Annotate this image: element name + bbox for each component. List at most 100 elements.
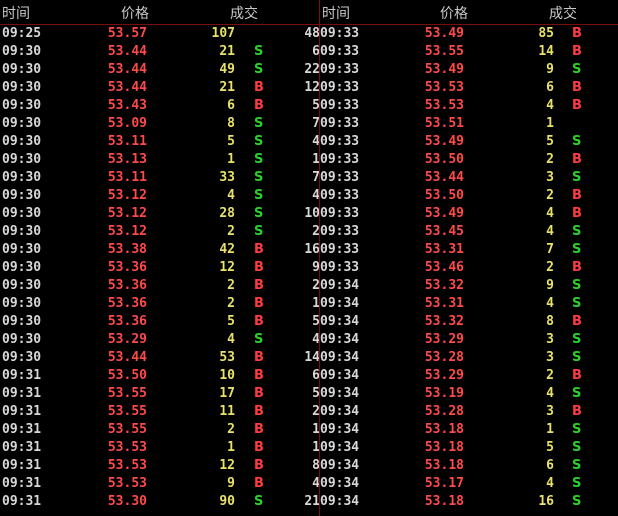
trade-row[interactable]: 09:30 53.44 21 B 12 <box>0 79 320 97</box>
trade-price: 53.30 <box>107 494 147 509</box>
trade-row[interactable]: 09:34 53.29 2 B <box>320 367 618 385</box>
trade-side-flag: B <box>254 296 264 311</box>
trade-row[interactable]: 09:31 53.30 90 S 21 <box>0 493 320 511</box>
trade-row[interactable]: 09:34 53.18 6 S <box>320 457 618 475</box>
trade-time: 09:31 <box>2 422 42 437</box>
trade-volume: 12 <box>219 458 235 473</box>
trade-row[interactable]: 09:33 53.31 7 S <box>320 241 618 259</box>
trade-row[interactable]: 09:33 53.46 2 B <box>320 259 618 277</box>
trade-time: 09:25 <box>2 26 42 41</box>
trade-volume: 3 <box>546 350 554 365</box>
trade-row[interactable]: 09:31 53.53 1 B 1 <box>0 439 320 457</box>
trade-volume: 4 <box>546 296 554 311</box>
trade-row[interactable]: 09:30 53.38 42 B 16 <box>0 241 320 259</box>
trade-side-flag: B <box>254 314 264 329</box>
trade-time: 09:33 <box>320 98 360 113</box>
trade-row[interactable]: 09:33 53.45 4 S <box>320 223 618 241</box>
trade-row[interactable]: 09:33 53.50 2 B <box>320 187 618 205</box>
trade-side-flag: B <box>572 80 582 95</box>
trade-row[interactable]: 09:31 53.53 9 B 4 <box>0 475 320 493</box>
trade-row[interactable]: 09:34 53.19 4 S <box>320 385 618 403</box>
trade-row[interactable]: 09:34 53.32 9 S <box>320 277 618 295</box>
trade-row[interactable]: 09:30 53.36 5 B 5 <box>0 313 320 331</box>
trade-row[interactable]: 09:30 53.36 2 B 2 <box>0 277 320 295</box>
trade-price: 53.49 <box>424 62 464 77</box>
trade-side-flag: B <box>572 260 582 275</box>
trade-price: 53.18 <box>424 440 464 455</box>
trade-row[interactable]: 09:34 53.32 8 B <box>320 313 618 331</box>
trade-row[interactable]: 09:30 53.09 8 S 7 <box>0 115 320 133</box>
trade-row[interactable]: 09:34 53.18 16 S <box>320 493 618 511</box>
trade-row[interactable]: 09:34 53.29 3 S <box>320 331 618 349</box>
trade-time: 09:34 <box>320 278 360 293</box>
trade-volume: 1 <box>227 152 235 167</box>
trade-side-flag: S <box>254 224 264 239</box>
trade-volume: 12 <box>219 260 235 275</box>
trade-row[interactable]: 09:30 53.12 4 S 4 <box>0 187 320 205</box>
trade-list-right[interactable]: 时间 价格 成交 09:33 53.49 85 B 09:33 53.55 14 B 09:33… <box>320 0 618 516</box>
trade-row[interactable]: 09:30 53.12 2 S 2 <box>0 223 320 241</box>
trade-side-flag: B <box>572 206 582 221</box>
trade-row[interactable]: 09:30 53.13 1 S 1 <box>0 151 320 169</box>
trade-time: 09:31 <box>2 386 42 401</box>
trade-row[interactable]: 09:33 53.55 14 B <box>320 43 618 61</box>
trade-row[interactable]: 09:34 53.18 1 S <box>320 421 618 439</box>
trade-row[interactable]: 09:34 53.28 3 B <box>320 403 618 421</box>
trade-row[interactable]: 09:31 53.55 17 B 5 <box>0 385 320 403</box>
trade-row[interactable]: 09:30 53.43 6 B 5 <box>0 97 320 115</box>
trade-row[interactable]: 09:33 53.51 1 <box>320 115 618 133</box>
trade-time: 09:33 <box>320 260 360 275</box>
trade-row[interactable]: 09:30 53.44 49 S 22 <box>0 61 320 79</box>
trade-price: 53.50 <box>107 368 147 383</box>
trade-volume: 2 <box>227 422 235 437</box>
trade-volume: 2 <box>546 368 554 383</box>
trade-row[interactable]: 09:33 53.44 3 S <box>320 169 618 187</box>
trade-row[interactable]: 09:30 53.44 21 S 6 <box>0 43 320 61</box>
header-price: 价格 <box>440 6 468 22</box>
trade-count-clipped: 48 <box>304 26 320 41</box>
trade-row[interactable]: 09:31 53.50 10 B 6 <box>0 367 320 385</box>
trade-row[interactable]: 09:33 53.50 2 B <box>320 151 618 169</box>
trade-volume: 2 <box>546 152 554 167</box>
trade-price: 53.32 <box>424 278 464 293</box>
trade-time: 09:30 <box>2 98 42 113</box>
trade-row[interactable]: 09:30 53.11 33 S 7 <box>0 169 320 187</box>
header-volume: 成交 <box>549 6 577 22</box>
trade-price: 53.44 <box>107 350 147 365</box>
trade-price: 53.31 <box>424 296 464 311</box>
trade-row[interactable]: 09:30 53.36 12 B 9 <box>0 259 320 277</box>
trade-row[interactable]: 09:34 53.31 4 S <box>320 295 618 313</box>
trade-time: 09:34 <box>320 476 360 491</box>
trade-row[interactable]: 09:33 53.53 4 B <box>320 97 618 115</box>
trade-price: 53.12 <box>107 224 147 239</box>
trade-row[interactable]: 09:34 53.18 5 S <box>320 439 618 457</box>
trade-row[interactable]: 09:34 53.17 4 S <box>320 475 618 493</box>
trade-side-flag: B <box>254 368 264 383</box>
trade-row[interactable]: 09:31 53.53 12 B 8 <box>0 457 320 475</box>
trade-time: 09:33 <box>320 116 360 131</box>
header-time: 时间 <box>2 6 30 22</box>
trade-side-flag: B <box>254 278 264 293</box>
trade-row[interactable]: 09:33 53.53 6 B <box>320 79 618 97</box>
trade-volume: 33 <box>219 170 235 185</box>
trade-row[interactable]: 09:33 53.49 5 S <box>320 133 618 151</box>
trade-row[interactable]: 09:25 53.57 107 48 <box>0 25 320 43</box>
trade-volume: 2 <box>227 224 235 239</box>
trade-time: 09:33 <box>320 80 360 95</box>
trade-row[interactable]: 09:33 53.49 4 B <box>320 205 618 223</box>
trade-list-left[interactable]: 时间 价格 成交 09:25 53.57 107 48 09:30 53.44 21 S 6 09… <box>0 0 320 516</box>
trade-price: 53.53 <box>424 80 464 95</box>
trade-time: 09:31 <box>2 368 42 383</box>
trade-row[interactable]: 09:30 53.11 5 S 4 <box>0 133 320 151</box>
trade-row[interactable]: 09:30 53.36 2 B 1 <box>0 295 320 313</box>
trade-row[interactable]: 09:31 53.55 11 B 2 <box>0 403 320 421</box>
trade-row[interactable]: 09:30 53.12 28 S 10 <box>0 205 320 223</box>
trade-volume: 2 <box>546 188 554 203</box>
trade-row[interactable]: 09:33 53.49 9 S <box>320 61 618 79</box>
trade-row[interactable]: 09:31 53.55 2 B 1 <box>0 421 320 439</box>
trade-price: 53.53 <box>424 98 464 113</box>
trade-row[interactable]: 09:30 53.44 53 B 14 <box>0 349 320 367</box>
trade-row[interactable]: 09:34 53.28 3 S <box>320 349 618 367</box>
trade-row[interactable]: 09:33 53.49 85 B <box>320 25 618 43</box>
trade-row[interactable]: 09:30 53.29 4 S 4 <box>0 331 320 349</box>
